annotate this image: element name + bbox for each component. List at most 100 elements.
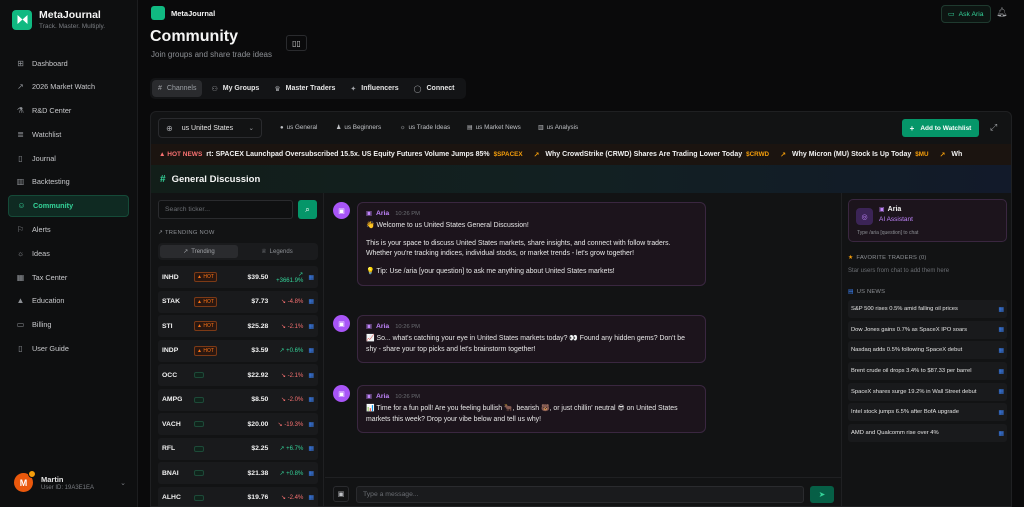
channel-chip[interactable]: ♟ us Beginners: [336, 124, 381, 131]
sidebar-item-label: Watchlist: [32, 129, 62, 139]
ticker-search-input[interactable]: [158, 200, 293, 219]
watchlist-icon[interactable]: ▦: [308, 470, 314, 477]
sidebar-item-2026-market-watch[interactable]: ↗ 2026 Market Watch: [8, 76, 129, 98]
add-to-watchlist-button[interactable]: + Add to Watchlist: [902, 119, 979, 137]
user-profile[interactable]: M Martin User ID: 19A3E1EA ⌄: [14, 470, 126, 492]
hot-news-ticker[interactable]: ▲ HOT NEWS rt: SPACEX Launchpad Oversubs…: [151, 144, 1011, 165]
sidebar-item-dashboard[interactable]: ⊞ Dashboard: [8, 52, 129, 74]
watchlist-icon[interactable]: ▦: [308, 494, 314, 501]
expand-icon[interactable]: ⤢: [990, 122, 997, 133]
attach-image-button[interactable]: ▣: [333, 486, 349, 502]
message-composer: ▣ ➤: [325, 477, 841, 506]
watchlist-icon[interactable]: ▦: [308, 445, 314, 452]
trending-row[interactable]: ALHC $19.76 ↘ -2.4% ▦: [158, 486, 318, 506]
sidebar-item-education[interactable]: ▲ Education: [8, 290, 129, 312]
news-watchlist-icon[interactable]: ▦: [998, 306, 1004, 313]
watchlist-icon[interactable]: ▦: [308, 347, 314, 354]
news-item[interactable]: SpaceX shares surge 19.2% in Wall Street…: [848, 382, 1007, 401]
ticker-headline[interactable]: rt: SPACEX Launchpad Oversubscribed 15.5…: [206, 151, 489, 158]
toggle-trending[interactable]: ↗ Trending: [160, 245, 238, 258]
bot-avatar-icon[interactable]: ▣: [333, 315, 350, 332]
watchlist-icon[interactable]: ▦: [308, 421, 314, 428]
watchlist-icon[interactable]: ▦: [308, 298, 314, 305]
trending-row[interactable]: INHD ▲ HOT $39.50 ↗ +3661.9% ▦: [158, 266, 318, 288]
channel-chip[interactable]: ☼ us Trade Ideas: [400, 124, 450, 131]
message-input[interactable]: [356, 486, 804, 503]
trending-row[interactable]: STAK ▲ HOT $7.73 ↘ -4.8% ▦: [158, 290, 318, 313]
top-app-name: MetaJournal: [171, 8, 216, 18]
trending-row[interactable]: STI ▲ HOT $25.28 ↘ -2.1% ▦: [158, 315, 318, 337]
chevron-updown-icon[interactable]: ⌄: [120, 479, 126, 487]
channel-chip[interactable]: ● us General: [280, 124, 317, 131]
robot-icon: ▣: [366, 393, 372, 400]
tab-master-traders[interactable]: ♛ Master Traders: [268, 80, 341, 97]
trending-row[interactable]: INDP ▲ HOT $3.59 ↗ +0.6% ▦: [158, 339, 318, 362]
news-watchlist-icon[interactable]: ▦: [998, 388, 1004, 395]
message-text: 💡 Tip: Use /aria [your question] to ask …: [366, 268, 615, 276]
news-item[interactable]: Dow Jones gains 0.7% as SpaceX IPO soars…: [848, 320, 1007, 339]
sidebar-item-alerts[interactable]: ⚐ Alerts: [8, 219, 129, 241]
sidebar-item-watchlist[interactable]: ≣ Watchlist: [8, 123, 129, 145]
aria-name: Aria: [887, 206, 902, 213]
sidebar-item-community[interactable]: ☺ Community: [8, 194, 129, 217]
trending-sidebar: ⌕ ↗ TRENDING NOW ↗ Trending ♕ Legends IN…: [151, 193, 324, 506]
news-item[interactable]: AMD and Qualcomm rise over 4% ▦: [848, 424, 1007, 443]
trending-row[interactable]: VACH $20.00 ↘ -19.3% ▦: [158, 413, 318, 435]
search-button[interactable]: ⌕: [298, 200, 317, 219]
sidebar-item-user-guide[interactable]: ▯ User Guide: [8, 338, 129, 360]
country-select[interactable]: ⊕ us United States ⌄: [158, 118, 262, 138]
channel-chip[interactable]: ▥ us Analysis: [538, 124, 578, 131]
ticker-headline[interactable]: Why CrowdStrike (CRWD) Shares Are Tradin…: [545, 151, 742, 158]
bot-avatar-icon[interactable]: ▣: [333, 202, 350, 219]
message-text: 📊 Time for a fun poll! Are you feeling b…: [366, 405, 678, 423]
message-bubble: ▣ Aria 10:26 PM 📊 Time for a fun poll! Are …: [357, 385, 706, 434]
news-watchlist-icon[interactable]: ▦: [998, 368, 1004, 375]
sender-name[interactable]: Aria: [376, 323, 389, 330]
sidebar-item-ideas[interactable]: ☼ Ideas: [8, 242, 129, 264]
trending-row[interactable]: RFL $2.25 ↗ +6.7% ▦: [158, 437, 318, 460]
toggle-legends[interactable]: ♕ Legends: [238, 245, 316, 258]
news-watchlist-icon[interactable]: ▦: [998, 409, 1004, 416]
trending-label: ↗ TRENDING NOW: [158, 230, 215, 236]
tab-connect[interactable]: ◯ Connect: [408, 80, 461, 97]
guide-book-button[interactable]: ▯▯: [286, 35, 307, 51]
trending-badge-icon: [194, 494, 204, 501]
bot-avatar-icon[interactable]: ▣: [333, 385, 350, 402]
tab-my-groups[interactable]: ⚇ My Groups: [205, 80, 265, 97]
news-watchlist-icon[interactable]: ▦: [998, 326, 1004, 333]
trending-row[interactable]: OCC $22.92 ↘ -2.1% ▦: [158, 364, 318, 386]
community-tabs: # Channels ⚇ My Groups ♛ Master Traders ✦ Influ…: [150, 78, 466, 99]
news-item[interactable]: Brent crude oil drops 3.4% to $87.33 per…: [848, 362, 1007, 381]
aria-assistant-card[interactable]: ◎ ▣ Aria AI Assistant Type /aria [questio…: [848, 199, 1007, 242]
tab-channels[interactable]: # Channels: [152, 80, 203, 97]
ask-aria-button[interactable]: ▭ Ask Aria: [941, 5, 991, 23]
sidebar-item-journal[interactable]: ▯ Journal: [8, 147, 129, 169]
ticker-symbol: $SPACEX: [493, 151, 523, 158]
watchlist-icon[interactable]: ▦: [308, 323, 314, 330]
news-item[interactable]: Intel stock jumps 6.5% after BofA upgrad…: [848, 403, 1007, 422]
sender-name[interactable]: Aria: [376, 210, 389, 217]
trending-row[interactable]: BNAI $21.38 ↗ +0.8% ▦: [158, 462, 318, 484]
ticker-headline[interactable]: Wh: [951, 151, 962, 158]
watchlist-icon[interactable]: ▦: [308, 396, 314, 403]
tab-influencers[interactable]: ✦ Influencers: [344, 80, 404, 97]
sidebar-item-billing[interactable]: ▭ Billing: [8, 314, 129, 336]
news-item[interactable]: S&P 500 rises 0.5% amid falling oil pric…: [848, 300, 1007, 318]
sidebar-item-r-d-center[interactable]: ⚗ R&D Center: [8, 100, 129, 122]
send-button[interactable]: ➤: [810, 486, 834, 503]
channel-chip[interactable]: ▤ us Market News: [467, 124, 521, 131]
news-item[interactable]: Nasdaq adds 0.5% following SpaceX debut ▦: [848, 341, 1007, 360]
news-watchlist-icon[interactable]: ▦: [998, 347, 1004, 354]
watchlist-icon[interactable]: ▦: [308, 274, 314, 281]
sender-name[interactable]: Aria: [376, 393, 389, 400]
brand[interactable]: MetaJournal Track. Master. Multiply.: [12, 9, 105, 30]
bell-icon[interactable]: 🔔︎: [996, 7, 1007, 18]
sidebar-item-backtesting[interactable]: ▥ Backtesting: [8, 171, 129, 193]
watchlist-icon[interactable]: ▦: [308, 372, 314, 379]
ticker-headline[interactable]: Why Micron (MU) Stock Is Up Today: [792, 151, 911, 158]
sidebar-item-tax-center[interactable]: ▦ Tax Center: [8, 266, 129, 288]
trending-row[interactable]: AMPG $8.50 ↘ -2.0% ▦: [158, 388, 318, 411]
sidebar-item-label: Dashboard: [32, 58, 68, 68]
news-watchlist-icon[interactable]: ▦: [998, 430, 1004, 437]
top-logo[interactable]: MetaJournal: [151, 6, 215, 20]
